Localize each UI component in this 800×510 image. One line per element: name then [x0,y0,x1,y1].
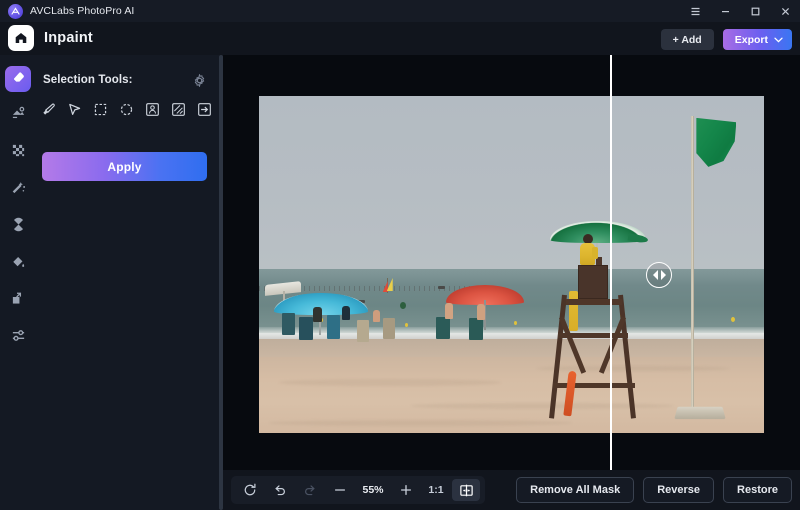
selection-tools-label: Selection Tools: [43,74,133,86]
object-remove-icon [11,106,26,126]
split-compare-toggle[interactable] [452,479,480,501]
add-button[interactable]: + Add [661,29,714,50]
tool-rail [0,55,36,510]
mask-actions: Remove All Mask Reverse Restore [516,477,792,503]
chevron-down-icon [774,34,783,46]
sidebar-item-ai-enhance[interactable] [5,177,31,203]
gear-icon[interactable] [192,73,206,87]
hamburger-menu-icon[interactable] [680,0,710,22]
tower-seat [578,265,608,299]
checker-transparency-icon [11,143,26,163]
app-window: AVCLabs PhotoPro AI Inpaint i [0,0,800,510]
maximize-icon[interactable] [740,0,770,22]
redo-button[interactable] [296,479,324,501]
rescue-board [564,370,577,416]
arrow-left-icon [648,270,658,280]
sidebar-item-denoise[interactable] [5,214,31,240]
beachgoer [373,310,380,322]
selection-tools-panel: Selection Tools: [36,55,219,510]
close-icon[interactable] [770,0,800,22]
beachgoer [342,306,350,320]
magic-wand-icon [11,180,26,200]
wet-sand-region [259,339,764,359]
zoom-controls: 55% 1:1 [231,476,485,504]
lasso-tool[interactable] [66,101,83,118]
export-label: Export [735,34,768,46]
sand-texture [269,420,572,426]
app-title: AVCLabs PhotoPro AI [30,5,134,17]
mode-block: Inpaint [8,25,93,51]
sidebar-item-adjust[interactable] [5,325,31,351]
sky-region [259,96,764,269]
lifeguard-tower [544,221,652,428]
sliders-icon [11,328,26,348]
tower-platform [566,299,622,305]
flag-concrete-base [674,407,725,419]
beach-chair [282,313,295,335]
header-bar: Inpaint i + Add Export [0,22,800,55]
brush-tool[interactable] [40,101,57,118]
rectangle-select-tool[interactable] [92,101,109,118]
beach-chair [299,317,313,340]
tower-hanging-towel [569,291,578,331]
zoom-actual-size-button[interactable]: 1:1 [422,479,450,501]
reverse-button[interactable]: Reverse [643,477,714,503]
title-bar: AVCLabs PhotoPro AI [0,0,800,22]
sidebar-item-object-removal[interactable] [5,103,31,129]
remove-all-mask-button[interactable]: Remove All Mask [516,477,634,503]
subject-select-tool[interactable] [144,101,161,118]
undo-button[interactable] [266,479,294,501]
beachgoer [445,303,453,319]
beach-chair [327,315,340,339]
beach-chair [383,318,395,339]
sidebar-item-background-remover[interactable] [5,140,31,166]
header-actions: + Add Export [661,29,792,50]
distant-boat [438,286,445,289]
split-compare-guide-line[interactable] [610,55,612,470]
beach-chair [436,317,450,339]
lifeguard-arm [592,247,598,259]
expand-corner-icon [11,291,26,311]
export-button[interactable]: Export [723,29,792,50]
auto-select-tool[interactable] [170,101,187,118]
ellipse-select-tool[interactable] [118,101,135,118]
tower-crossbeam [553,383,635,388]
page-title: Inpaint [44,30,93,46]
apply-button[interactable]: Apply [42,152,207,181]
minimize-icon[interactable] [710,0,740,22]
zoom-out-button[interactable] [326,479,354,501]
import-mask-tool[interactable] [196,101,213,118]
denoise-icon [11,217,26,237]
reset-view-button[interactable] [236,479,264,501]
photo-preview[interactable] [259,96,764,433]
window-controls [680,0,800,22]
zoom-in-button[interactable] [392,479,420,501]
tower-leg-right [618,294,636,418]
beachgoer [313,307,322,322]
beach-chair [469,318,483,340]
sidebar-item-colorize[interactable] [5,251,31,277]
sidebar-item-upscale[interactable] [5,288,31,314]
home-icon[interactable] [8,25,34,51]
brand: AVCLabs PhotoPro AI [0,4,134,19]
sailboat [383,278,394,294]
split-compare-handle[interactable] [646,262,672,288]
zoom-level-value: 55% [356,479,390,501]
beachgoer [477,304,485,320]
sidebar-item-inpaint[interactable] [5,66,31,92]
flag-pole [691,116,694,413]
selection-tool-buttons [40,101,213,118]
restore-button[interactable]: Restore [723,477,792,503]
beach-chair [357,320,369,342]
image-canvas[interactable] [223,55,800,470]
paint-bucket-icon [11,254,26,274]
bottom-toolbar: 55% 1:1 Remove All Mask Reverse Restore [223,470,800,510]
eraser-icon [11,69,26,89]
avclabs-logo-icon [8,4,23,19]
arrow-right-icon [661,270,671,280]
